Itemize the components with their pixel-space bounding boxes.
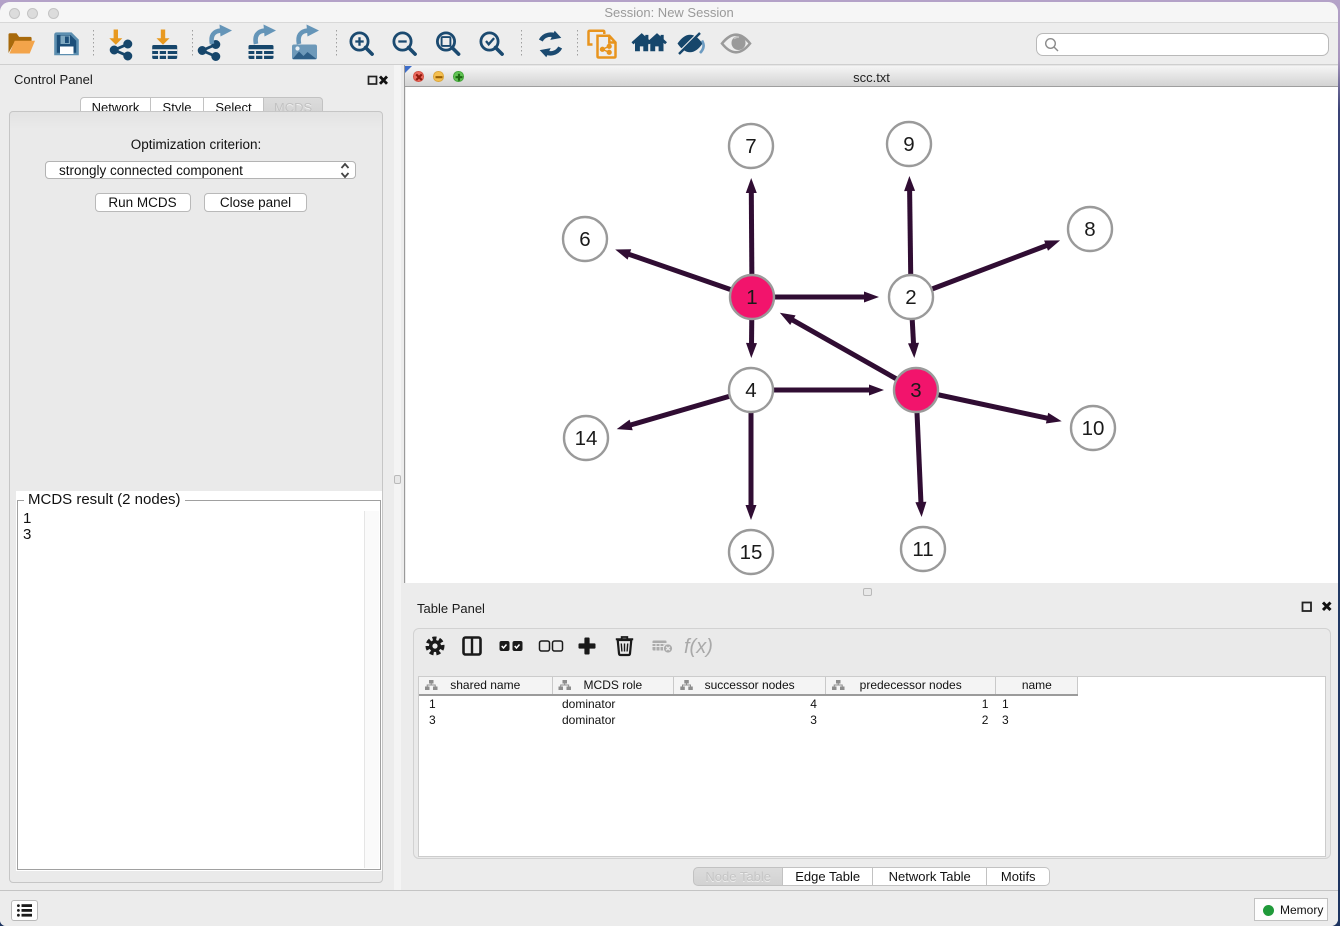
- svg-text:8: 8: [1084, 218, 1095, 241]
- svg-text:9: 9: [903, 133, 914, 156]
- svg-text:15: 15: [740, 541, 763, 564]
- svg-text:1: 1: [746, 286, 757, 309]
- svg-text:6: 6: [579, 228, 590, 251]
- svg-text:2: 2: [905, 286, 916, 309]
- svg-text:11: 11: [912, 538, 933, 561]
- svg-text:14: 14: [575, 427, 598, 450]
- svg-text:7: 7: [745, 135, 756, 158]
- svg-text:4: 4: [745, 379, 756, 402]
- svg-text:10: 10: [1082, 417, 1105, 440]
- svg-text:3: 3: [910, 379, 921, 402]
- svg-text:f(x): f(x): [684, 636, 713, 658]
